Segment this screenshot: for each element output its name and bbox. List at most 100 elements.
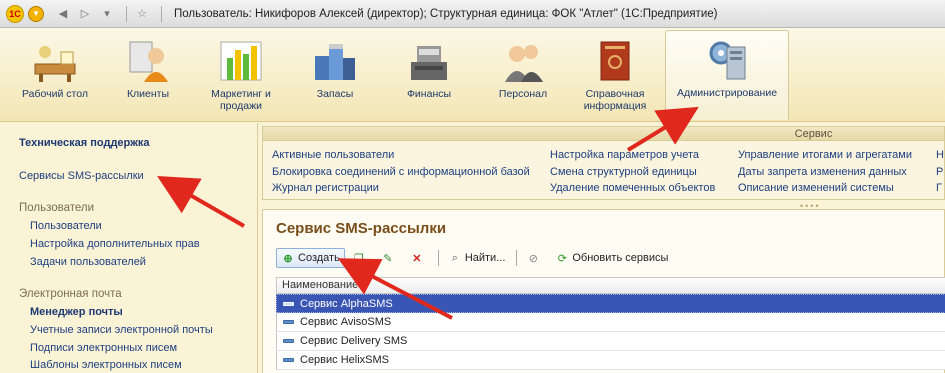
service-link[interactable]: Блокировка соединений с информационной б… — [272, 164, 530, 181]
service-link[interactable]: Активные пользователи — [272, 147, 530, 164]
section-admin[interactable]: Администрирование — [665, 30, 789, 120]
section-stock[interactable]: Запасы — [292, 32, 378, 118]
nav-users[interactable]: Пользователи — [30, 220, 102, 232]
section-label: Финансы — [406, 88, 452, 100]
row-name: Сервис Delivery SMS — [300, 335, 408, 347]
sections-panel: Рабочий стол Клиенты Маркетинг и продажи… — [0, 28, 945, 122]
nav-email-templates[interactable]: Шаблоны электронных писем — [30, 359, 182, 371]
service-link[interactable]: Настройка параметров учета — [550, 147, 715, 164]
toolbar-divider — [437, 250, 439, 266]
refresh-icon: ⟳ — [557, 252, 567, 265]
service-link[interactable]: Г — [936, 180, 944, 197]
main-menu-icon[interactable]: ▼ — [28, 5, 44, 22]
services-table: Наименование Сервис AlphaSMS Сервис Avis… — [276, 277, 945, 370]
section-reference[interactable]: Справочная информация — [572, 32, 658, 118]
navigation-panel: Техническая поддержка Сервисы SMS-рассыл… — [0, 123, 258, 373]
section-finance[interactable]: Финансы — [386, 32, 472, 118]
find-button-label: Найти... — [464, 252, 506, 264]
section-clients[interactable]: Клиенты — [105, 32, 191, 118]
app-logo-icon[interactable]: 1С — [6, 4, 24, 23]
dropdown-arrow-icon[interactable]: ▾ — [98, 5, 116, 23]
staff-icon — [499, 38, 547, 84]
page-title: Сервис SMS-рассылки — [276, 220, 447, 237]
copy-icon: ❐ — [353, 252, 364, 265]
search-cancel-icon: ⊘ — [528, 252, 538, 265]
cancel-search-button[interactable]: ⊘ — [521, 248, 548, 268]
catalog-item-icon — [283, 320, 294, 324]
create-button[interactable]: ⊕ Создать — [276, 248, 345, 268]
cash-register-icon — [405, 38, 453, 84]
service-column-4: Н Р Г — [936, 147, 944, 197]
section-desktop[interactable]: Рабочий стол — [12, 32, 98, 118]
form-toolbar: ⊕ Создать ❐ ✎ ✕ ⌕ Найти... ⊘ ⟳ Обновить … — [276, 247, 675, 269]
window-title: Пользователь: Никифоров Алексей (директо… — [174, 7, 718, 20]
service-link[interactable]: Управление итогами и агрегатами — [738, 147, 912, 164]
nav-email-signatures[interactable]: Подписи электронных писем — [30, 342, 177, 354]
table-row[interactable]: Сервис HelixSMS — [276, 351, 945, 370]
nav-sms-services[interactable]: Сервисы SMS-рассылки — [19, 170, 144, 182]
nav-user-tasks[interactable]: Задачи пользователей — [30, 256, 146, 268]
service-column-3: Управление итогами и агрегатами Даты зап… — [738, 147, 912, 197]
catalog-item-icon — [283, 358, 294, 362]
nav-group-users: Пользователи — [19, 202, 95, 214]
edit-button[interactable]: ✎ — [376, 248, 403, 268]
sms-services-form: Сервис SMS-рассылки ⊕ Создать ❐ ✎ ✕ ⌕ На… — [262, 209, 945, 373]
delete-icon: ✕ — [412, 252, 422, 265]
refresh-services-button[interactable]: ⟳ Обновить сервисы — [550, 248, 673, 268]
add-icon: ⊕ — [283, 252, 293, 265]
refresh-button-label: Обновить сервисы — [572, 252, 669, 264]
catalog-item-icon — [283, 301, 294, 306]
section-label: Клиенты — [126, 88, 170, 100]
toolbar-divider — [161, 5, 162, 22]
nav-group-email: Электронная почта — [19, 288, 122, 300]
search-icon: ⌕ — [451, 251, 458, 264]
desk-icon — [31, 38, 79, 84]
section-label: Маркетинг и продажи — [211, 88, 271, 112]
section-label: Справочная информация — [583, 88, 647, 112]
stock-icon — [311, 38, 359, 84]
find-button[interactable]: ⌕ Найти... — [443, 248, 511, 268]
service-link[interactable]: Р — [936, 164, 944, 181]
favorite-star-icon[interactable]: ☆ — [133, 5, 151, 23]
service-link[interactable]: Описание изменений системы — [738, 180, 912, 197]
service-link[interactable]: Удаление помеченных объектов — [550, 180, 715, 197]
catalog-item-icon — [283, 339, 294, 343]
admin-icon — [703, 37, 751, 83]
column-header-name[interactable]: Наименование — [276, 277, 945, 294]
table-row[interactable]: Сервис Delivery SMS — [276, 332, 945, 351]
forward-arrow-icon[interactable]: ▷ — [76, 5, 94, 23]
table-row[interactable]: Сервис AvisoSMS — [276, 313, 945, 332]
nav-extra-rights[interactable]: Настройка дополнительных прав — [30, 238, 200, 250]
row-name: Сервис AlphaSMS — [300, 297, 393, 310]
section-label: Персонал — [498, 88, 548, 100]
service-link[interactable]: Смена структурной единицы — [550, 164, 715, 181]
clients-icon — [124, 38, 172, 84]
section-marketing[interactable]: Маркетинг и продажи — [198, 32, 284, 118]
nav-mail-manager[interactable]: Менеджер почты — [30, 306, 123, 318]
back-arrow-icon[interactable]: ◀ — [54, 5, 72, 23]
section-label: Администрирование — [676, 87, 778, 99]
service-link[interactable]: Н — [936, 147, 944, 164]
create-button-label: Создать — [298, 252, 340, 264]
row-name: Сервис AvisoSMS — [300, 316, 392, 328]
service-column-2: Настройка параметров учета Смена структу… — [550, 147, 715, 197]
pencil-icon: ✎ — [383, 252, 393, 265]
marketing-icon — [217, 38, 265, 84]
nav-support[interactable]: Техническая поддержка — [19, 137, 150, 149]
toolbar-divider — [516, 250, 518, 266]
service-column-1: Активные пользователи Блокировка соедине… — [272, 147, 530, 197]
section-label: Рабочий стол — [22, 88, 88, 100]
section-label: Запасы — [316, 88, 354, 100]
nav-email-accounts[interactable]: Учетные записи электронной почты — [30, 324, 213, 336]
window-titlebar: 1С ▼ ◀ ▷ ▾ ☆ Пользователь: Никифоров Але… — [0, 0, 945, 28]
section-staff[interactable]: Персонал — [480, 32, 566, 118]
service-link[interactable]: Даты запрета изменения данных — [738, 164, 912, 181]
table-row[interactable]: Сервис AlphaSMS — [276, 294, 945, 313]
service-link[interactable]: Журнал регистрации — [272, 180, 530, 197]
service-panel: Сервис Активные пользователи Блокировка … — [262, 126, 945, 200]
service-panel-header: Сервис — [263, 127, 944, 141]
book-icon — [591, 38, 639, 84]
toolbar-divider — [126, 5, 127, 22]
delete-button[interactable]: ✕ — [405, 248, 432, 268]
copy-button[interactable]: ❐ — [347, 248, 374, 268]
